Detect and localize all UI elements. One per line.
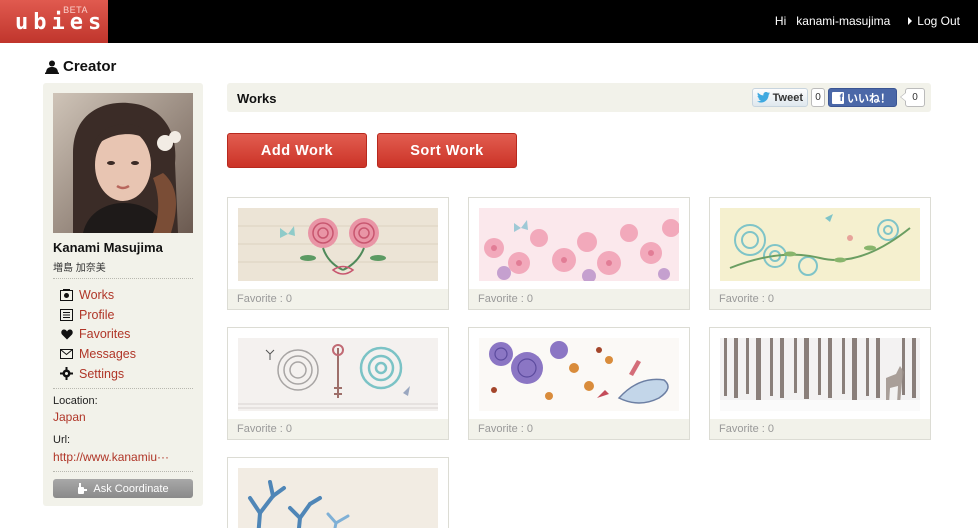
work-thumbnail: [238, 338, 438, 411]
sidebar-menu: Works Profile Favorites Messages Setting…: [60, 285, 136, 383]
avatar: [53, 93, 193, 233]
page-title: Creator: [45, 58, 116, 75]
sidebar-item-settings[interactable]: Settings: [60, 364, 136, 384]
hand-icon: [78, 483, 88, 494]
work-card[interactable]: Favorite : 0: [468, 327, 690, 440]
work-card[interactable]: Favorite : 0: [709, 327, 931, 440]
logout-link[interactable]: Log Out: [908, 14, 960, 28]
favorite-count: Favorite : 0: [710, 289, 930, 309]
work-thumbnail: [479, 208, 679, 281]
work-card[interactable]: Favorite : 0: [227, 197, 449, 310]
sidebar-item-profile[interactable]: Profile: [60, 305, 136, 325]
like-count: 0: [905, 88, 925, 107]
top-nav: Hi kanami-masujima Log Out: [775, 14, 960, 28]
favorite-count: Favorite : 0: [469, 419, 689, 439]
sidebar-item-works[interactable]: Works: [60, 285, 136, 305]
work-card[interactable]: [227, 457, 449, 528]
ask-coordinate-button[interactable]: Ask Coordinate: [53, 479, 193, 498]
page-title-text: Creator: [63, 58, 117, 75]
tweet-label: Tweet: [772, 91, 803, 104]
sidebar-item-label: Favorites: [79, 327, 131, 342]
beta-badge: BETA: [63, 5, 88, 15]
work-card[interactable]: Favorite : 0: [709, 197, 931, 310]
sort-work-button[interactable]: Sort Work: [377, 133, 517, 168]
work-thumbnail: [720, 338, 920, 411]
gear-icon: [60, 367, 73, 381]
sidebar-item-messages[interactable]: Messages: [60, 344, 136, 364]
like-label: いいね！: [847, 92, 891, 105]
profile-icon: [60, 308, 73, 321]
divider: [53, 388, 193, 389]
tweet-button[interactable]: Tweet: [751, 88, 808, 107]
greeting-text: Hi: [774, 14, 787, 28]
works-header: Works Tweet 0 f いいね！ 0: [227, 83, 931, 112]
facebook-icon: f: [832, 91, 844, 104]
sidebar-item-favorites[interactable]: Favorites: [60, 324, 136, 344]
twitter-bird-icon: [756, 92, 770, 103]
divider: [53, 471, 193, 472]
envelope-icon: [60, 347, 73, 360]
person-icon: [45, 60, 59, 74]
sidebar-item-label: Messages: [79, 346, 136, 361]
url-label: Url:: [53, 434, 71, 446]
creator-name: Kanami Masujima: [53, 240, 163, 255]
works-title: Works: [237, 91, 277, 106]
work-thumbnail: [238, 468, 438, 528]
url-link[interactable]: http://www.kanamiu···: [53, 450, 193, 464]
work-thumbnail: [238, 208, 438, 281]
creator-sidebar: Kanami Masujima 増島 加奈美 Works Profile Fav…: [43, 83, 203, 506]
favorite-count: Favorite : 0: [228, 289, 448, 309]
work-card[interactable]: Favorite : 0: [227, 327, 449, 440]
add-work-button[interactable]: Add Work: [227, 133, 367, 168]
divider: [53, 278, 193, 279]
brand-name: ubies: [15, 10, 107, 35]
username-link[interactable]: kanami-masujima: [796, 14, 890, 28]
ask-coordinate-label: Ask Coordinate: [93, 482, 169, 495]
like-count-wrapper: 0: [900, 88, 925, 107]
heart-icon: [60, 328, 73, 341]
tweet-count: 0: [811, 88, 825, 107]
sidebar-item-label: Settings: [79, 366, 125, 381]
favorite-count: Favorite : 0: [228, 419, 448, 439]
sidebar-item-label: Works: [79, 287, 115, 302]
location-label: Location:: [53, 395, 98, 407]
brand-logo[interactable]: ubies BETA: [0, 0, 108, 43]
image-icon: [60, 288, 73, 301]
top-bar: ubies BETA Hi kanami-masujima Log Out: [0, 0, 978, 43]
work-card[interactable]: Favorite : 0: [468, 197, 690, 310]
facebook-like-button[interactable]: f いいね！: [828, 88, 897, 107]
logout-label: Log Out: [917, 14, 960, 28]
sidebar-item-label: Profile: [79, 307, 115, 322]
location-link[interactable]: Japan: [53, 410, 193, 424]
favorite-count: Favorite : 0: [710, 419, 930, 439]
work-thumbnail: [720, 208, 920, 281]
favorite-count: Favorite : 0: [469, 289, 689, 309]
arrow-right-icon: [908, 17, 913, 25]
creator-name-ja: 増島 加奈美: [53, 263, 106, 274]
work-thumbnail: [479, 338, 679, 411]
share-buttons: Tweet 0 f いいね！ 0: [751, 88, 925, 107]
